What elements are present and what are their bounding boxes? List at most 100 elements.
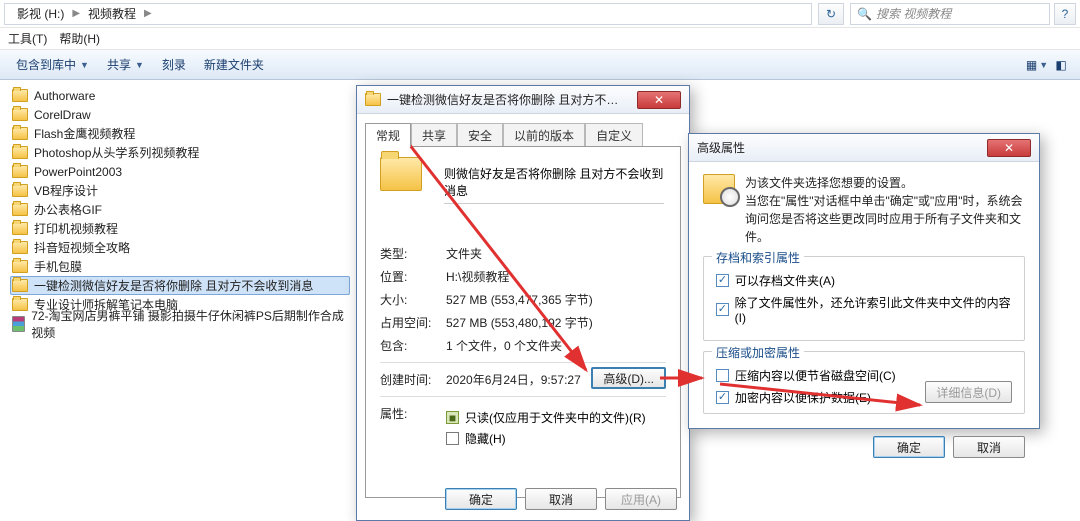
tab-custom[interactable]: 自定义 — [585, 123, 643, 147]
properties-title: 一键检测微信好友是否将你删除 且对方不会收到消息 ... — [387, 91, 627, 108]
list-item[interactable]: Photoshop从头学系列视频教程 — [10, 143, 350, 162]
folder-icon — [12, 260, 28, 273]
list-item-label: 打印机视频教程 — [34, 220, 118, 237]
cancel-button[interactable]: 取消 — [525, 488, 597, 510]
chevron-right-icon: ▶ — [142, 8, 154, 19]
hidden-label: 隐藏(H) — [465, 430, 506, 447]
value-size: 527 MB (553,477,365 字节) — [446, 291, 593, 308]
index-checkbox[interactable] — [716, 303, 729, 316]
folder-name-field[interactable]: 则微信好友是否将你删除 且对方不会收到消息 — [444, 165, 664, 204]
properties-dialog: 一键检测微信好友是否将你删除 且对方不会收到消息 ... ✕ 常规 共享 安全 … — [356, 85, 690, 521]
archive-label: 可以存档文件夹(A) — [735, 272, 835, 289]
list-item[interactable]: 手机包膜 — [10, 257, 350, 276]
group-archive-legend: 存档和索引属性 — [712, 249, 804, 266]
label-size: 大小: — [380, 291, 446, 308]
advanced-button[interactable]: 高级(D)... — [591, 367, 666, 389]
archive-checkbox[interactable] — [716, 274, 729, 287]
folder-icon — [12, 222, 28, 235]
list-item-label: 抖音短视频全攻略 — [34, 239, 130, 256]
archive-icon — [12, 316, 25, 332]
breadcrumb-folder[interactable]: 视频教程 — [82, 3, 142, 24]
compress-checkbox[interactable] — [716, 369, 729, 382]
ok-button[interactable]: 确定 — [445, 488, 517, 510]
cancel-button[interactable]: 取消 — [953, 436, 1025, 458]
chevron-right-icon: ▶ — [70, 8, 82, 19]
label-attributes: 属性: — [380, 405, 446, 422]
encrypt-checkbox[interactable] — [716, 391, 729, 404]
list-item-label: Photoshop从头学系列视频教程 — [34, 144, 199, 161]
chevron-down-icon: ▼ — [1039, 60, 1048, 70]
chevron-down-icon: ▼ — [80, 60, 89, 70]
list-item[interactable]: CorelDraw — [10, 105, 350, 124]
breadcrumb[interactable]: 影视 (H:) ▶ 视频教程 ▶ — [4, 3, 812, 25]
close-icon: ✕ — [654, 93, 664, 107]
list-item[interactable]: Authorware — [10, 86, 350, 105]
tab-previous-versions[interactable]: 以前的版本 — [503, 123, 585, 147]
share-button[interactable]: 共享▼ — [99, 52, 152, 77]
details-button[interactable]: 详细信息(D) — [925, 381, 1012, 403]
list-item[interactable]: 打印机视频教程 — [10, 219, 350, 238]
include-in-library-button[interactable]: 包含到库中▼ — [8, 52, 97, 77]
close-button[interactable]: ✕ — [637, 91, 681, 109]
folder-list: Authorware CorelDrawFlash金鹰视频教程 Photoshop从… — [0, 80, 360, 521]
folder-icon — [12, 146, 28, 159]
preview-pane-button[interactable]: ◧ — [1050, 54, 1072, 76]
list-item[interactable]: 办公表格GIF — [10, 200, 350, 219]
folder-settings-icon — [703, 174, 735, 204]
apply-button[interactable]: 应用(A) — [605, 488, 677, 510]
new-folder-button[interactable]: 新建文件夹 — [196, 52, 272, 77]
list-item[interactable]: 抖音短视频全攻略 — [10, 238, 350, 257]
menu-tools[interactable]: 工具(T) — [8, 30, 47, 47]
advanced-attributes-dialog: 高级属性 ✕ 为该文件夹选择您想要的设置。 当您在"属性"对话框中单击"确定"或… — [688, 133, 1040, 429]
refresh-button[interactable]: ↻ — [818, 3, 844, 25]
list-item-label: Flash金鹰视频教程 — [34, 125, 135, 142]
compress-label: 压缩内容以便节省磁盘空间(C) — [735, 367, 896, 384]
folder-icon — [12, 203, 28, 216]
folder-icon — [12, 184, 28, 197]
readonly-checkbox[interactable]: ■ — [446, 411, 459, 424]
list-item[interactable]: VB程序设计 — [10, 181, 350, 200]
group-compress-legend: 压缩或加密属性 — [712, 344, 804, 361]
list-item-label: 办公表格GIF — [34, 201, 102, 218]
list-item-label: PowerPoint2003 — [34, 165, 122, 179]
value-contains: 1 个文件，0 个文件夹 — [446, 337, 562, 354]
folder-icon — [12, 298, 28, 311]
tab-share[interactable]: 共享 — [411, 123, 457, 147]
advanced-desc-2: 当您在"属性"对话框中单击"确定"或"应用"时，系统会询问您是否将这些更改同时应… — [745, 192, 1025, 246]
ok-button[interactable]: 确定 — [873, 436, 945, 458]
folder-icon — [12, 89, 28, 102]
label-location: 位置: — [380, 268, 446, 285]
list-item[interactable]: PowerPoint2003 — [10, 162, 350, 181]
label-size-on-disk: 占用空间: — [380, 314, 446, 331]
tab-general[interactable]: 常规 — [365, 123, 411, 147]
list-item[interactable]: Flash金鹰视频教程 — [10, 124, 350, 143]
hidden-checkbox[interactable] — [446, 432, 459, 445]
tab-security[interactable]: 安全 — [457, 123, 503, 147]
encrypt-label: 加密内容以便保护数据(E) — [735, 389, 871, 406]
burn-button[interactable]: 刻录 — [154, 52, 194, 77]
search-icon: 🔍 — [857, 7, 872, 21]
list-item[interactable]: 一键检测微信好友是否将你删除 且对方不会收到消息 — [10, 276, 350, 295]
list-item-label: Authorware — [34, 89, 95, 103]
list-item-label: 72-淘宝网店男裤平铺 摄影拍摄牛仔休闲裤PS后期制作合成 视频 — [31, 307, 348, 341]
readonly-label: 只读(仅应用于文件夹中的文件)(R) — [465, 409, 646, 426]
search-input[interactable]: 🔍 搜索 视频教程 — [850, 3, 1050, 25]
label-created: 创建时间: — [380, 371, 446, 388]
folder-icon — [12, 241, 28, 254]
advanced-desc-1: 为该文件夹选择您想要的设置。 — [745, 174, 1025, 192]
help-button[interactable]: ? — [1054, 3, 1076, 25]
view-options-button[interactable]: ▦▼ — [1026, 54, 1048, 76]
menu-help[interactable]: 帮助(H) — [59, 30, 100, 47]
advanced-title: 高级属性 — [697, 139, 745, 156]
list-item-label: 一键检测微信好友是否将你删除 且对方不会收到消息 — [34, 277, 313, 294]
folder-icon — [12, 127, 28, 140]
toolbar: 包含到库中▼ 共享▼ 刻录 新建文件夹 ▦▼ ◧ — [0, 50, 1080, 80]
refresh-icon: ↻ — [826, 7, 836, 21]
list-item[interactable]: 72-淘宝网店男裤平铺 摄影拍摄牛仔休闲裤PS后期制作合成 视频 — [10, 314, 350, 333]
close-button[interactable]: ✕ — [987, 139, 1031, 157]
help-icon: ? — [1062, 7, 1069, 21]
search-placeholder: 搜索 视频教程 — [876, 5, 951, 22]
breadcrumb-root[interactable]: 影视 (H:) — [11, 3, 70, 24]
label-contains: 包含: — [380, 337, 446, 354]
index-label: 除了文件属性外，还允许索引此文件夹中文件的内容(I) — [735, 294, 1012, 325]
